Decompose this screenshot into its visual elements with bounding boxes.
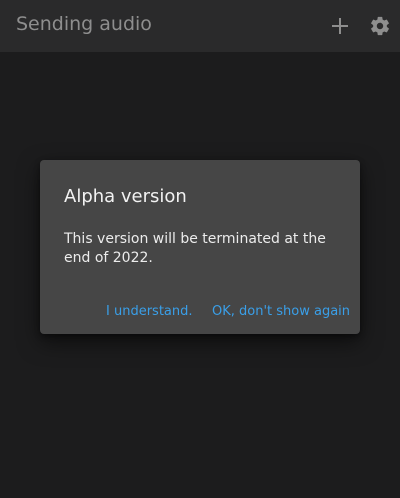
plus-icon (332, 18, 348, 34)
app-window: Sending audio Alpha version This version… (0, 0, 400, 498)
dialog-title: Alpha version (64, 186, 187, 207)
alpha-version-dialog: Alpha version This version will be termi… (40, 160, 360, 334)
dialog-message: This version will be terminated at the e… (64, 231, 326, 266)
app-bar-title: Sending audio (16, 13, 152, 35)
dont-show-again-button[interactable]: OK, don't show again (212, 304, 350, 319)
dialog-actions: I understand. OK, don't show again (40, 304, 360, 324)
gear-icon (371, 16, 389, 36)
i-understand-button[interactable]: I understand. (106, 304, 193, 319)
app-bar: Sending audio (0, 0, 400, 52)
settings-button[interactable] (366, 12, 394, 40)
add-button[interactable] (326, 12, 354, 40)
